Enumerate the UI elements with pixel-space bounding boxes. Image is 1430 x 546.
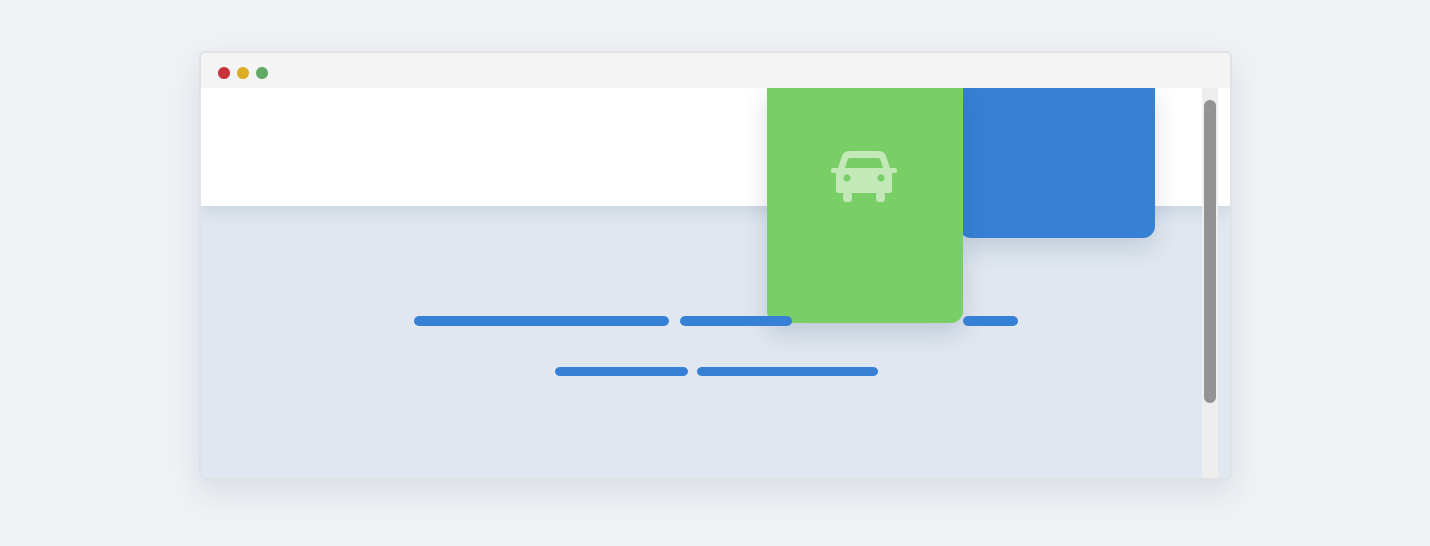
vertical-scrollbar[interactable] [1202, 88, 1218, 478]
minimize-window-dot[interactable] [237, 67, 249, 79]
placeholder-text-line [414, 316, 669, 326]
car-headlight-right [877, 174, 885, 182]
placeholder-text-line [555, 367, 688, 376]
car-icon-shape [831, 151, 897, 202]
car-icon [831, 151, 897, 202]
scrollbar-thumb[interactable] [1204, 100, 1216, 403]
green-car-tile[interactable] [767, 88, 963, 323]
placeholder-text-line [963, 316, 1018, 326]
car-headlight-left [843, 174, 851, 182]
placeholder-text-line [697, 367, 878, 376]
window-titlebar [201, 53, 1230, 88]
close-window-dot[interactable] [218, 67, 230, 79]
blue-tile[interactable] [959, 88, 1155, 238]
page-viewport [201, 88, 1230, 478]
placeholder-text-line [680, 316, 792, 326]
browser-window [199, 51, 1232, 480]
maximize-window-dot[interactable] [256, 67, 268, 79]
